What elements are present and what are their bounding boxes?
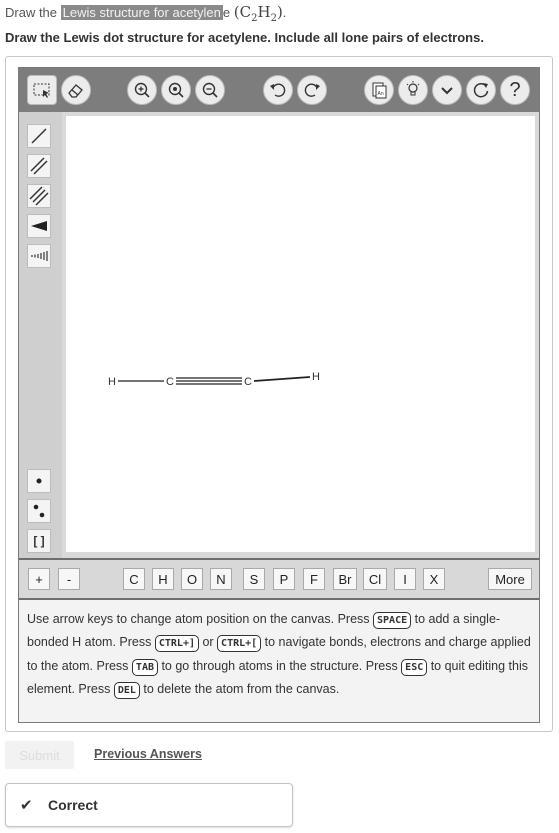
undo-icon[interactable] [263,75,293,105]
element-c-button[interactable]: C [123,568,145,590]
atom-h1[interactable]: H [108,376,116,388]
intro-suffix: e [222,5,231,20]
key-esc: ESC [401,658,428,676]
check-icon: ✔ [20,797,33,814]
intro-prefix: Draw the [5,5,58,20]
hint-icon[interactable] [398,75,428,105]
question-intro: Draw the Lewis structure for acetylen e (… [5,3,287,24]
formula: (C2H2) [233,3,283,24]
dropdown-icon[interactable] [432,75,462,105]
help-part: Use arrow keys to change atom position o… [27,612,374,626]
bond-c2-h2[interactable] [253,376,311,382]
zoom-fit-icon[interactable] [161,75,191,105]
element-x-button[interactable]: X [423,568,445,590]
double-bond-icon[interactable] [27,154,51,178]
help-part: or [198,635,218,650]
key-ctrl-left-bracket: CTRL+[ [217,635,262,653]
help-icon[interactable]: ? [500,75,530,105]
molecule-structure: H C C H [108,371,320,388]
key-ctrl-right-bracket: CTRL+] [154,635,199,653]
key-space: SPACE [373,612,412,629]
wedge-bond-icon[interactable] [27,214,51,238]
tool-sidebar: [ ] [19,112,62,558]
more-elements-button[interactable]: More [488,568,532,590]
redo-icon[interactable] [297,75,327,105]
bracket-icon[interactable]: [ ] [27,529,51,553]
molecule-editor: An ? [] H C C H + - C H O N S P F Br Cl… [18,67,540,723]
eraser-icon[interactable] [61,75,91,105]
help-text: Use arrow keys to change atom position o… [27,608,531,701]
decrease-charge-button[interactable]: - [58,568,80,590]
atom-c2[interactable]: C [244,376,252,388]
feedback-label: Correct [48,797,98,813]
lone-electron-icon[interactable] [27,469,51,493]
single-bond-icon[interactable] [27,124,51,148]
element-n-button[interactable]: N [210,568,232,590]
atom-c1[interactable]: C [166,376,174,388]
question-prompt: Draw the Lewis dot structure for acetyle… [5,30,484,45]
drawing-canvas[interactable]: H C C H [62,112,539,558]
increase-charge-button[interactable]: + [28,568,50,590]
svg-text:An: An [378,91,384,97]
key-del: DEL [113,681,140,699]
element-br-button[interactable]: Br [333,568,357,590]
intro-highlight: Lewis structure for acetylen [60,5,223,20]
previous-answers-link[interactable]: Previous Answers [94,747,202,761]
zoom-out-icon[interactable] [195,75,225,105]
lone-pair-icon[interactable] [27,499,51,523]
keyboard-help: Use arrow keys to change atom position o… [19,600,539,722]
atom-toolbar: + - C H O N S P F Br Cl I X More [19,558,539,600]
editor-toolbar: An ? [19,68,539,112]
reset-icon[interactable] [466,75,496,105]
element-f-button[interactable]: F [303,568,325,590]
element-p-button[interactable]: P [273,568,295,590]
element-o-button[interactable]: O [181,568,203,590]
hash-bond-icon[interactable] [27,244,51,268]
key-tab: TAB [131,658,158,676]
help-part: to delete the atom from the canvas. [139,681,340,696]
help-part: to go through atoms in the structure. Pr… [157,658,402,673]
select-icon[interactable] [27,75,57,105]
answer-panel: An ? [] H C C H + - C H O N S P F Br Cl… [5,56,553,732]
element-cl-button[interactable]: Cl [363,568,387,590]
atom-h2[interactable]: H [312,371,320,383]
triple-bond-icon[interactable] [27,184,51,208]
element-i-button[interactable]: I [394,568,416,590]
feedback-box: ✔ Correct [5,783,293,827]
element-h-button[interactable]: H [152,568,174,590]
zoom-in-icon[interactable] [127,75,157,105]
element-s-button[interactable]: S [243,568,265,590]
templates-icon[interactable]: An [364,75,394,105]
submit-button[interactable]: Submit [5,741,74,769]
canvas-area[interactable]: H C C H [66,116,535,552]
